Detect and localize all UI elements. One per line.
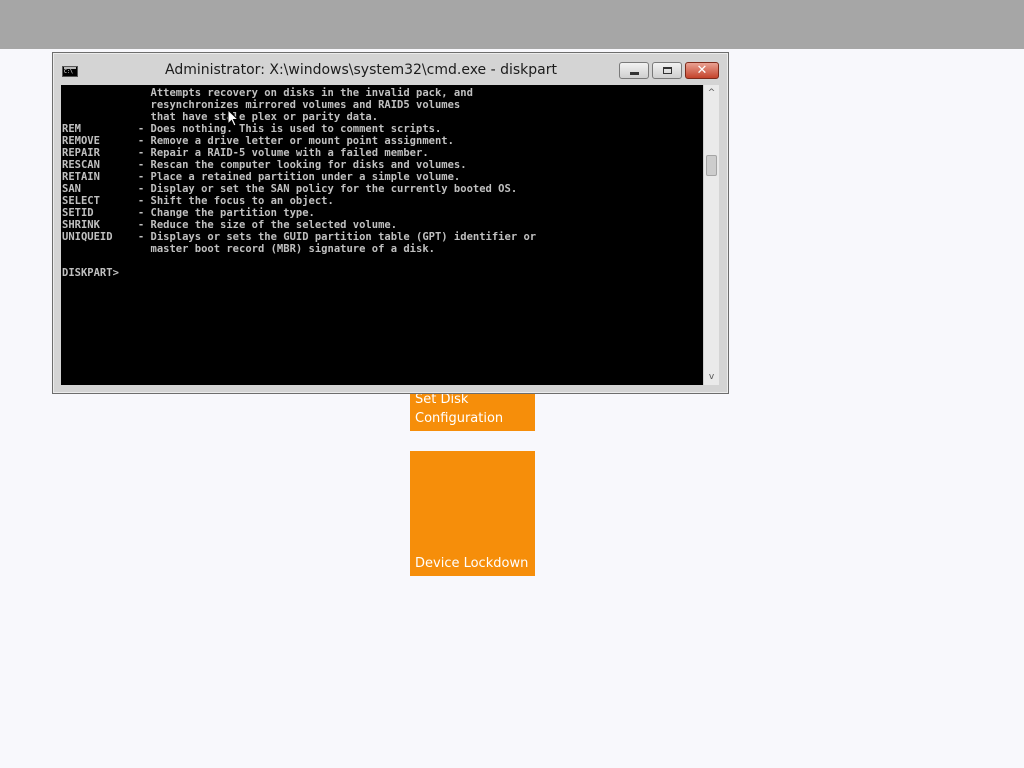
close-icon: ✕ xyxy=(696,62,708,78)
cmd-window: Administrator: X:\windows\system32\cmd.e… xyxy=(52,52,729,394)
scroll-down-button[interactable]: v xyxy=(704,369,719,385)
window-title: Administrator: X:\windows\system32\cmd.e… xyxy=(165,62,557,78)
console-text: Attempts recovery on disks in the invali… xyxy=(62,87,537,279)
scroll-thumb[interactable] xyxy=(706,155,717,176)
tile-label: Device Lockdown xyxy=(415,556,529,571)
cmd-icon[interactable] xyxy=(62,66,78,77)
console-output[interactable]: Attempts recovery on disks in the invali… xyxy=(61,85,703,385)
maximize-button[interactable] xyxy=(652,62,682,79)
minimize-button[interactable] xyxy=(619,62,649,79)
tile-label-line-2: Configuration xyxy=(415,411,504,426)
minimize-icon xyxy=(629,71,639,75)
chevron-down-icon: v xyxy=(708,372,715,382)
maximize-icon xyxy=(662,67,672,74)
set-disk-configuration-tile[interactable]: Set Disk Configuration xyxy=(410,388,535,431)
chevron-up-icon: ^ xyxy=(707,88,716,98)
top-bar xyxy=(0,0,1024,49)
scroll-up-button[interactable]: ^ xyxy=(704,85,719,101)
vertical-scrollbar[interactable]: ^ v xyxy=(703,85,719,385)
window-titlebar[interactable]: Administrator: X:\windows\system32\cmd.e… xyxy=(53,53,728,86)
close-button[interactable]: ✕ xyxy=(685,62,719,79)
device-lockdown-tile[interactable]: Device Lockdown xyxy=(410,451,535,576)
